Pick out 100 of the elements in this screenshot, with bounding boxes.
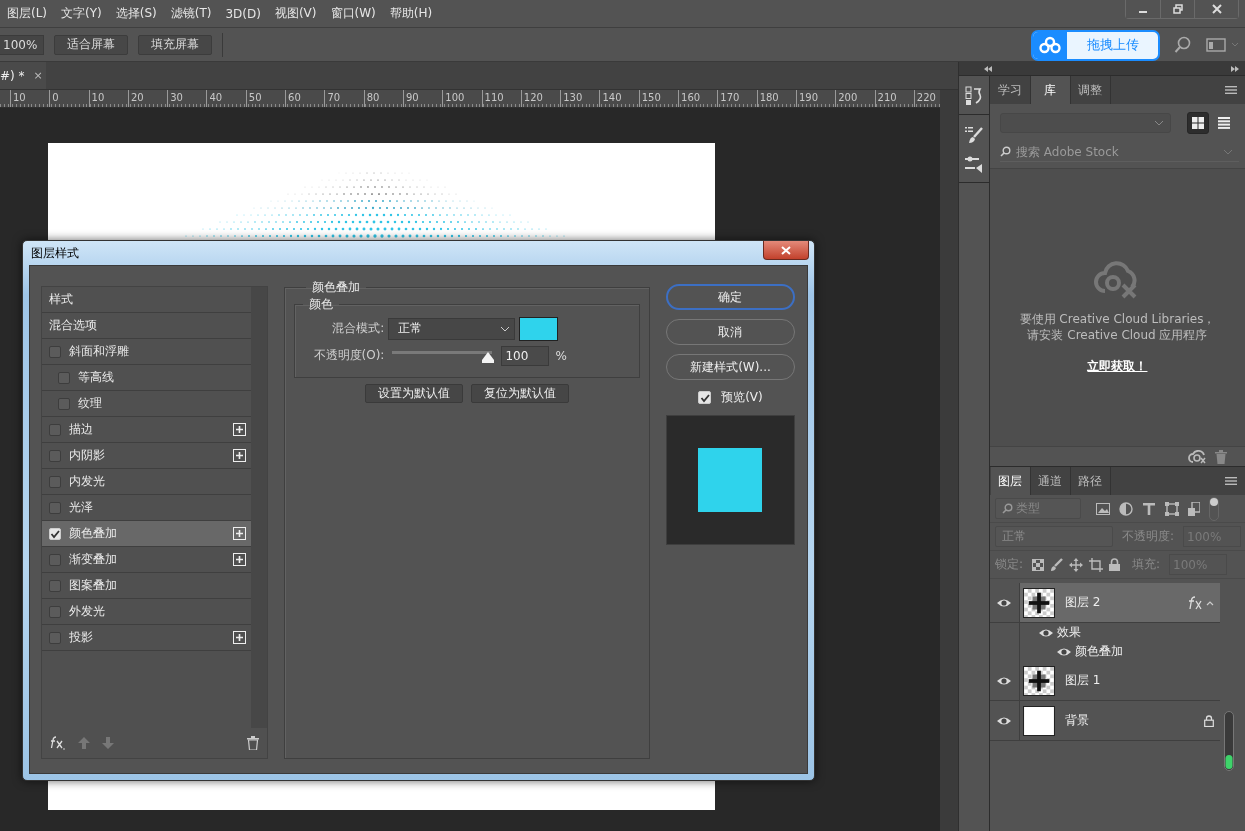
install-link[interactable]: 立即获取！: [1087, 358, 1148, 375]
caret-icon: [1223, 148, 1233, 155]
fx-icon[interactable]: [50, 736, 66, 750]
fit-button[interactable]: 适合屏幕: [54, 34, 128, 55]
default-button[interactable]: 设置为默认值: [365, 384, 464, 403]
ruler-label: 90: [405, 92, 419, 103]
close-button[interactable]: [763, 241, 809, 260]
opacity-slider[interactable]: [390, 348, 495, 363]
ruler-label: 180: [759, 92, 779, 103]
history-icon[interactable]: [963, 86, 984, 106]
ruler-label: 160: [681, 92, 701, 103]
adjustment-filter-icon[interactable]: [1118, 501, 1133, 516]
style-item[interactable]: 等高线: [42, 365, 252, 391]
style-item[interactable]: 内阴影: [42, 443, 252, 469]
checkbox[interactable]: [58, 371, 70, 384]
trash-icon[interactable]: [247, 736, 260, 750]
workspace-icon[interactable]: [1206, 36, 1240, 53]
fit-button[interactable]: 填充屏幕: [138, 34, 212, 55]
search-icon: [999, 146, 1011, 157]
panel-menu-icon[interactable]: [1225, 476, 1237, 486]
lock-pixels-icon[interactable]: [1032, 558, 1044, 571]
ruler-label: 80: [366, 92, 380, 103]
checkbox[interactable]: [49, 423, 61, 436]
preview-checkbox[interactable]: [698, 391, 712, 404]
ruler-label: 30: [170, 92, 183, 103]
menu-item[interactable]: 3D(D): [218, 6, 268, 21]
default-button[interactable]: 复位为默认值: [471, 384, 570, 403]
layer-row[interactable]: 图层 1: [989, 661, 1220, 701]
zoom-field[interactable]: 100%: [0, 34, 44, 55]
message-text: 要使用 Creative Cloud Libraries，: [1019, 311, 1216, 327]
style-label: 图案叠加: [69, 577, 117, 594]
dialog-button[interactable]: 取消: [665, 319, 795, 345]
filter-toggle-icon[interactable]: [1208, 496, 1219, 521]
blend-mode-label: 混合模式:: [331, 320, 385, 337]
brush-icon[interactable]: [1050, 558, 1063, 571]
presets-icon[interactable]: [963, 154, 984, 174]
checkbox[interactable]: [49, 579, 61, 592]
style-item[interactable]: 外发光: [42, 599, 252, 625]
style-label: 描边: [69, 421, 93, 438]
checkbox[interactable]: [58, 397, 70, 410]
shape-filter-icon[interactable]: [1164, 501, 1179, 516]
add-icon[interactable]: [233, 449, 247, 462]
menu-item[interactable]: 图层(L): [0, 5, 55, 22]
panel-tab[interactable]: 库: [1030, 76, 1071, 104]
dialog-button[interactable]: 新建样式(W)...: [665, 354, 795, 380]
add-icon[interactable]: [233, 631, 247, 644]
effects-label: 效果: [1056, 624, 1081, 641]
checkbox[interactable]: [49, 345, 61, 358]
style-label: 外发光: [69, 603, 105, 620]
menu-item[interactable]: 文字(Y): [54, 5, 109, 22]
style-item[interactable]: 图案叠加: [42, 573, 252, 599]
group-title: 颜色叠加: [311, 279, 362, 296]
add-icon[interactable]: [233, 423, 247, 436]
close-button[interactable]: [1194, 0, 1238, 18]
search-icon[interactable]: [1174, 35, 1192, 54]
checkbox[interactable]: [49, 501, 61, 514]
style-item[interactable]: 描边: [42, 417, 252, 443]
document-tab[interactable]: #) * ×: [0, 62, 46, 89]
brush-icon[interactable]: [963, 125, 984, 145]
layer-thumbnail: [1022, 587, 1055, 618]
search-field[interactable]: 搜索 Adobe Stock: [1013, 144, 1220, 159]
checkbox[interactable]: [49, 631, 61, 644]
expand-icon[interactable]: [1230, 64, 1240, 73]
style-item[interactable]: 内发光: [42, 469, 252, 495]
dialog-button[interactable]: 确定: [665, 284, 795, 310]
style-label: 纹理: [78, 395, 102, 412]
crop-icon[interactable]: [1089, 557, 1103, 572]
smart-object-filter-icon[interactable]: [1187, 501, 1200, 516]
type-filter-icon[interactable]: [1141, 501, 1156, 516]
ruler-label: 100: [445, 92, 465, 103]
image-filter-icon[interactable]: [1095, 502, 1110, 515]
checkbox[interactable]: [49, 605, 61, 618]
grid-view-button[interactable]: [1186, 112, 1209, 134]
slider-thumb[interactable]: [482, 351, 495, 363]
checkbox[interactable]: [49, 553, 61, 566]
cloud-sync-icon[interactable]: [1188, 449, 1206, 464]
menu-item[interactable]: 视图(V): [267, 5, 324, 22]
menu-item[interactable]: 滤镜(T): [163, 5, 219, 22]
menu-item[interactable]: 窗口(W): [323, 5, 383, 22]
lock-icon[interactable]: [1109, 558, 1120, 571]
move-icon[interactable]: [1069, 557, 1083, 572]
opacity-input[interactable]: 100: [501, 345, 550, 366]
panel-tab[interactable]: 图层: [990, 467, 1031, 495]
layer-row[interactable]: 背景: [989, 701, 1220, 741]
menu-item[interactable]: 选择(S): [108, 5, 164, 22]
tab-close-button[interactable]: ×: [33, 69, 43, 82]
add-icon[interactable]: [233, 527, 247, 540]
checkbox[interactable]: [49, 449, 61, 462]
panel-menu-icon[interactable]: [1225, 85, 1237, 95]
add-icon[interactable]: [233, 553, 247, 566]
style-item[interactable]: 投影: [42, 625, 252, 651]
color-swatch[interactable]: [519, 316, 559, 341]
style-item[interactable]: 颜色叠加: [42, 521, 252, 547]
blend-mode-dropdown[interactable]: 正常: [388, 317, 516, 340]
collapse-icon[interactable]: [983, 64, 993, 73]
style-item[interactable]: 斜面和浮雕: [42, 339, 252, 365]
style-item[interactable]: 纹理: [42, 391, 252, 417]
menu-item[interactable]: 帮助(H): [382, 5, 440, 22]
checkbox[interactable]: [49, 475, 61, 488]
style-item[interactable]: 渐变叠加: [42, 547, 252, 573]
